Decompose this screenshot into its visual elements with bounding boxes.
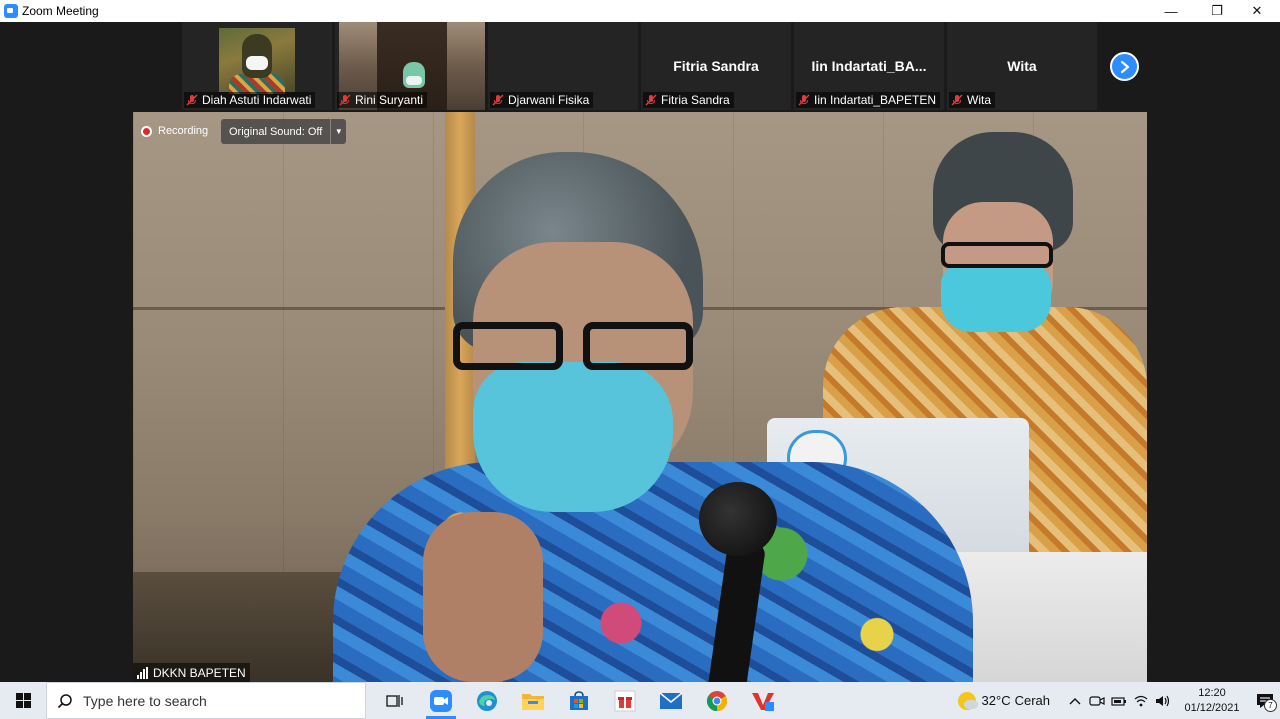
mic-off-icon bbox=[645, 94, 657, 106]
microphone bbox=[693, 482, 777, 682]
battery-icon[interactable] bbox=[1108, 682, 1130, 719]
participant-display-name: Fitria Sandra bbox=[673, 58, 759, 74]
chrome-icon bbox=[706, 690, 728, 711]
recording-label: Recording bbox=[158, 125, 209, 137]
participant-name-tag: Rini Suryanti bbox=[337, 92, 428, 108]
minimize-button[interactable]: — bbox=[1148, 0, 1194, 22]
taskbar-search[interactable] bbox=[46, 682, 366, 719]
next-participants-button[interactable] bbox=[1110, 52, 1139, 81]
speaker-name: DKKN BAPETEN bbox=[153, 665, 246, 680]
mic-off-icon bbox=[186, 94, 198, 106]
wps-office-icon bbox=[752, 692, 774, 711]
clock-date: 01/12/2021 bbox=[1184, 701, 1240, 714]
zoom-taskbar-button[interactable] bbox=[418, 682, 464, 719]
show-hidden-icons-button[interactable] bbox=[1064, 682, 1086, 719]
windows-logo-icon bbox=[15, 693, 31, 708]
meet-now-icon[interactable] bbox=[1086, 682, 1108, 719]
mic-off-icon bbox=[798, 94, 810, 106]
edge-taskbar-button[interactable] bbox=[464, 682, 510, 719]
participant-thumbnail[interactable]: Iin Indartati_BA... Iin Indartati_BAPETE… bbox=[794, 22, 944, 110]
speaker-name-tag: DKKN BAPETEN bbox=[133, 663, 250, 682]
participant-thumbnail[interactable]: D Djarwani Fisika bbox=[488, 22, 638, 110]
chevron-down-icon[interactable]: ▼ bbox=[330, 119, 346, 144]
gift-icon bbox=[614, 690, 636, 711]
participant-display-name: Iin Indartati_BA... bbox=[811, 58, 927, 74]
windows-taskbar: 32°C Cerah 12:20 01/12/2021 7 bbox=[0, 682, 1280, 719]
microsoft-store-taskbar-button[interactable] bbox=[556, 682, 602, 719]
participant-name: Fitria Sandra bbox=[661, 93, 730, 107]
notification-count-badge: 7 bbox=[1264, 699, 1277, 712]
participant-name: Iin Indartati_BAPETEN bbox=[814, 93, 937, 107]
zoom-icon bbox=[430, 689, 452, 712]
original-sound-button[interactable]: Original Sound: Off ▼ bbox=[221, 119, 347, 144]
participant-thumbnail[interactable]: Fitria Sandra Fitria Sandra bbox=[641, 22, 791, 110]
mail-icon bbox=[659, 691, 683, 709]
participant-name-tag: Wita bbox=[949, 92, 995, 108]
participant-name-tag: Iin Indartati_BAPETEN bbox=[796, 92, 941, 108]
system-tray: 32°C Cerah 12:20 01/12/2021 7 bbox=[957, 682, 1280, 719]
participant-thumbnail[interactable]: Rini Suryanti bbox=[335, 22, 485, 110]
mic-off-icon bbox=[492, 94, 504, 106]
store-icon bbox=[570, 690, 588, 710]
mic-off-icon bbox=[339, 94, 351, 106]
weather-widget[interactable]: 32°C Cerah bbox=[957, 691, 1054, 710]
weather-condition: Cerah bbox=[1014, 693, 1050, 708]
partly-cloudy-icon bbox=[957, 691, 978, 710]
participant-name: Djarwani Fisika bbox=[508, 93, 590, 107]
gift-app-taskbar-button[interactable] bbox=[602, 682, 648, 719]
wifi-icon[interactable] bbox=[1130, 682, 1152, 719]
search-input[interactable] bbox=[83, 692, 343, 709]
taskbar-clock[interactable]: 12:20 01/12/2021 bbox=[1180, 686, 1244, 716]
speaker-person bbox=[333, 152, 973, 682]
task-view-icon bbox=[386, 694, 403, 707]
participant-name-tag: Diah Astuti Indarwati bbox=[184, 92, 316, 108]
active-speaker-video bbox=[133, 112, 1147, 682]
participant-name-tag: Djarwani Fisika bbox=[490, 92, 594, 108]
participant-thumbnail[interactable]: Diah Astuti Indarwati bbox=[182, 22, 332, 110]
taskbar-apps bbox=[372, 682, 786, 719]
file-explorer-taskbar-button[interactable] bbox=[510, 682, 556, 719]
participant-name: Wita bbox=[967, 93, 991, 107]
mic-off-icon bbox=[951, 94, 963, 106]
title-bar: Zoom Meeting — ❐ ✕ bbox=[0, 0, 1280, 22]
signal-strength-icon bbox=[137, 666, 149, 679]
participant-display-name: Wita bbox=[1007, 58, 1037, 74]
original-sound-label: Original Sound: Off bbox=[229, 125, 323, 138]
participant-name: Diah Astuti Indarwati bbox=[202, 93, 312, 107]
window-title: Zoom Meeting bbox=[22, 4, 99, 18]
start-button[interactable] bbox=[0, 682, 46, 719]
chevron-right-icon bbox=[1120, 60, 1129, 73]
zoom-app-icon bbox=[4, 4, 18, 18]
task-view-button[interactable] bbox=[372, 682, 418, 719]
recording-dot-icon bbox=[141, 125, 152, 137]
clock-time: 12:20 bbox=[1198, 686, 1226, 699]
participant-name: Rini Suryanti bbox=[355, 93, 424, 107]
volume-icon[interactable] bbox=[1152, 682, 1174, 719]
wps-office-taskbar-button[interactable] bbox=[740, 682, 786, 719]
chrome-taskbar-button[interactable] bbox=[694, 682, 740, 719]
participant-video bbox=[219, 28, 295, 94]
mail-taskbar-button[interactable] bbox=[648, 682, 694, 719]
notification-center-button[interactable]: 7 bbox=[1250, 682, 1280, 719]
participant-strip: Diah Astuti Indarwati Rini Suryanti D Dj… bbox=[182, 22, 1100, 110]
recording-indicator[interactable]: Recording bbox=[141, 120, 208, 142]
participant-name-tag: Fitria Sandra bbox=[643, 92, 734, 108]
weather-temperature: 32°C bbox=[981, 693, 1011, 708]
search-icon bbox=[47, 693, 83, 709]
folder-icon bbox=[522, 693, 544, 710]
edge-icon bbox=[477, 690, 497, 711]
close-button[interactable]: ✕ bbox=[1234, 0, 1280, 22]
chevron-up-icon bbox=[1069, 697, 1081, 704]
participant-thumbnail[interactable]: Wita Wita bbox=[947, 22, 1097, 110]
